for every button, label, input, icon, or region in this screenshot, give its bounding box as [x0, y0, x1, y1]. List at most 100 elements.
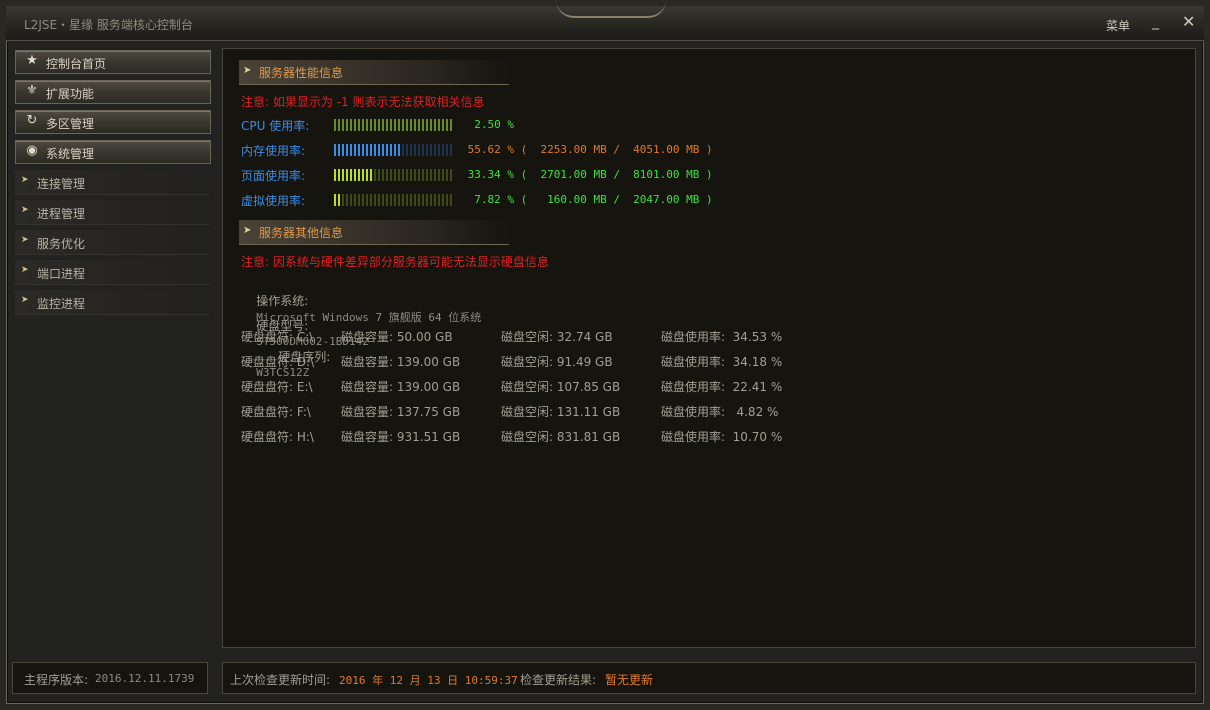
disk-free: 磁盘空闲: 32.74 GB — [501, 330, 613, 344]
usage-bar-segment — [390, 194, 392, 206]
other-heading: ➤ 服务器其他信息 — [239, 220, 509, 245]
usage-bar-segment — [434, 169, 436, 181]
usage-bar-segment — [414, 119, 416, 131]
sidebar-item-label: 进程管理 — [37, 207, 86, 221]
usage-bar-segment — [338, 169, 340, 181]
disk-usage: 磁盘使用率: 22.41 % — [661, 380, 783, 394]
refresh-icon: ↻ — [26, 113, 38, 128]
usage-bar-segment — [410, 194, 412, 206]
perf-value: 2.50 % — [461, 118, 514, 131]
usage-bar-segment — [394, 194, 396, 206]
usage-bar-segment — [382, 169, 384, 181]
sidebar-item-label: 服务优化 — [37, 237, 86, 251]
disk-usage: 磁盘使用率: 10.70 % — [661, 430, 783, 444]
usage-bar-segment — [406, 169, 408, 181]
other-notice: 注意: 因系统与硬件差异部分服务器可能无法显示硬盘信息 — [241, 255, 549, 269]
disk-row: 硬盘盘符: E:\ 磁盘容量: 139.00 GB 磁盘空闲: 107.85 GB 磁… — [223, 378, 923, 394]
sidebar: ★ 控制台首页 ⚜ 扩展功能 ↻ 多区管理 ◉ 系统管理 ➤ 连接管理 ➤ 进程… — [12, 48, 212, 648]
usage-bar-segment — [410, 169, 412, 181]
usage-bar-segment — [354, 194, 356, 206]
arrow-icon: ➤ — [21, 205, 29, 215]
disk-row: 硬盘盘符: D:\ 磁盘容量: 139.00 GB 磁盘空闲: 91.49 GB 磁盘… — [223, 353, 923, 369]
nav-console-home[interactable]: ★ 控制台首页 — [15, 50, 211, 74]
arrow-icon: ➤ — [243, 65, 252, 76]
nav-system[interactable]: ◉ 系统管理 — [15, 140, 211, 164]
sidebar-item-label: 连接管理 — [37, 177, 86, 191]
usage-bar-segment — [446, 119, 448, 131]
disk-capacity: 磁盘容量: 931.51 GB — [341, 430, 461, 444]
usage-bar-segment — [442, 194, 444, 206]
disk-usage: 磁盘使用率: 34.18 % — [661, 355, 783, 369]
disk-capacity: 磁盘容量: 137.75 GB — [341, 405, 461, 419]
usage-bar-segment — [362, 119, 364, 131]
sidebar-item-connections[interactable]: ➤ 连接管理 — [15, 170, 209, 195]
version-label: 主程序版本: — [24, 673, 89, 687]
usage-bar-segment — [402, 169, 404, 181]
usage-bar-segment — [374, 144, 376, 156]
usage-bar-segment — [334, 119, 336, 131]
disk-free: 磁盘空闲: 107.85 GB — [501, 380, 621, 394]
usage-bar-segment — [342, 194, 344, 206]
usage-bar-segment — [430, 169, 432, 181]
perf-label: CPU 使用率: — [241, 119, 310, 133]
usage-bar-segment — [370, 119, 372, 131]
usage-bar-segment — [446, 144, 448, 156]
nav-extensions[interactable]: ⚜ 扩展功能 — [15, 80, 211, 104]
nav-multi-zone[interactable]: ↻ 多区管理 — [15, 110, 211, 134]
usage-bar-segment — [362, 169, 364, 181]
disk-drive: 硬盘盘符: F:\ — [241, 405, 311, 419]
usage-bar-segment — [374, 194, 376, 206]
usage-bar-segment — [390, 119, 392, 131]
disk-capacity: 磁盘容量: 50.00 GB — [341, 330, 453, 344]
title-bar: L2JSE・星缘 服务端核心控制台 菜单 _ ✕ — [6, 6, 1204, 41]
usage-bar-segment — [358, 169, 360, 181]
sidebar-item-monitor[interactable]: ➤ 监控进程 — [15, 290, 209, 315]
sidebar-item-processes[interactable]: ➤ 进程管理 — [15, 200, 209, 225]
perf-label: 内存使用率: — [241, 144, 306, 158]
disk-free: 磁盘空闲: 831.81 GB — [501, 430, 621, 444]
usage-bar-segment — [338, 194, 340, 206]
arrow-icon: ➤ — [21, 175, 29, 185]
usage-bar-segment — [378, 119, 380, 131]
sidebar-item-label: 监控进程 — [37, 297, 86, 311]
usage-bar-segment — [374, 119, 376, 131]
app-title: L2JSE・星缘 服务端核心控制台 — [24, 18, 193, 32]
performance-heading: ➤ 服务器性能信息 — [239, 60, 509, 85]
disk-row: 硬盘盘符: F:\ 磁盘容量: 137.75 GB 磁盘空闲: 131.11 GB 磁… — [223, 403, 923, 419]
perf-label: 虚拟使用率: — [241, 194, 306, 208]
usage-bar-segment — [382, 144, 384, 156]
usage-bar-segment — [422, 119, 424, 131]
usage-bar-segment — [350, 194, 352, 206]
arrow-icon: ➤ — [21, 265, 29, 275]
usage-bar-segment — [386, 169, 388, 181]
usage-bar-segment — [430, 194, 432, 206]
usage-bar-segment — [422, 194, 424, 206]
usage-bar-segment — [366, 119, 368, 131]
perf-value: 7.82 % ( 160.00 MB / 2047.00 MB ) — [461, 193, 713, 206]
close-button[interactable]: ✕ — [1182, 12, 1196, 31]
usage-bar-segment — [402, 194, 404, 206]
fleur-icon: ⚜ — [26, 83, 38, 98]
nav-label: 控制台首页 — [46, 57, 107, 71]
usage-bar-segment — [386, 144, 388, 156]
usage-bar-segment — [406, 119, 408, 131]
usage-bar-segment — [422, 144, 424, 156]
update-panel: 上次检查更新时间: 2016 年 12 月 13 日 10:59:37 检查更新… — [222, 662, 1196, 694]
usage-bar-segment — [406, 144, 408, 156]
title-ornament — [556, 0, 666, 18]
usage-bar-segment — [366, 144, 368, 156]
performance-notice: 注意: 如果显示为 -1 则表示无法获取相关信息 — [241, 95, 485, 109]
usage-bar-segment — [394, 119, 396, 131]
usage-bar-segment — [406, 194, 408, 206]
usage-bar-segment — [370, 194, 372, 206]
usage-bar — [334, 194, 454, 206]
menu-button[interactable]: 菜单 — [1106, 17, 1130, 34]
check-result-label: 检查更新结果: — [520, 673, 597, 687]
disk-free: 磁盘空闲: 91.49 GB — [501, 355, 613, 369]
usage-bar — [334, 169, 454, 181]
usage-bar-segment — [346, 144, 348, 156]
sidebar-item-port-process[interactable]: ➤ 端口进程 — [15, 260, 209, 285]
minimize-button[interactable]: _ — [1152, 14, 1166, 30]
usage-bar-segment — [398, 194, 400, 206]
sidebar-item-optimize[interactable]: ➤ 服务优化 — [15, 230, 209, 255]
